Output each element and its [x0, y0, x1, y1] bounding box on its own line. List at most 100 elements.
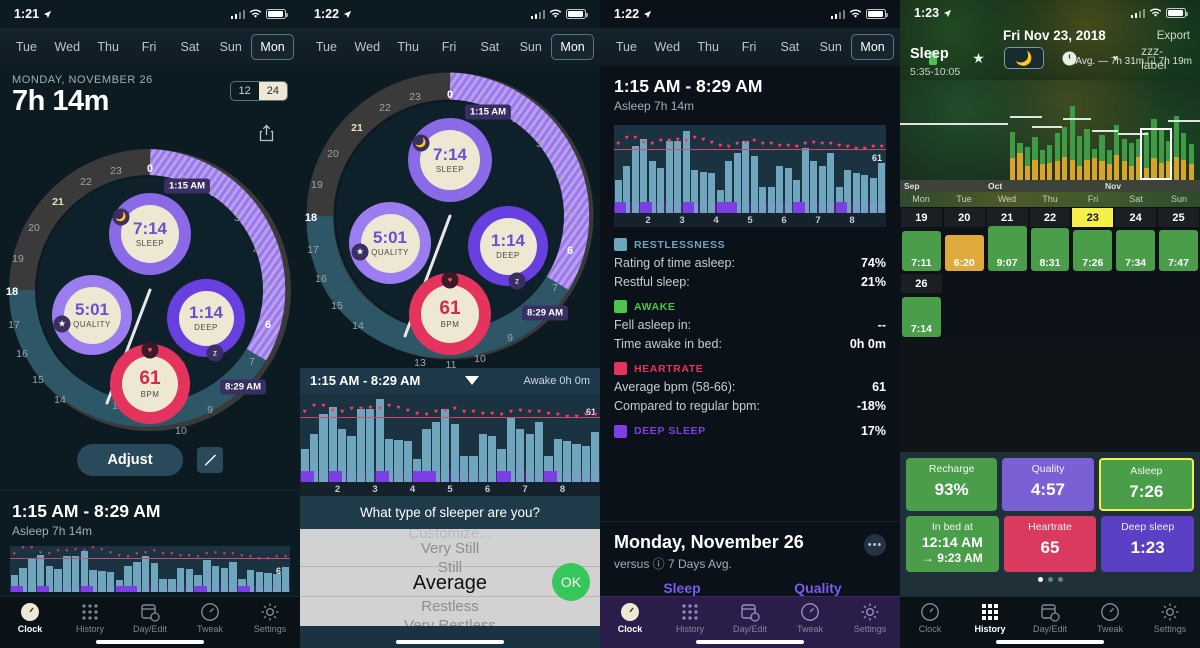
hour-label-21: 21 [52, 196, 64, 208]
heartrate-point: ♥ [820, 140, 825, 148]
day-tab-thu-p3[interactable]: Thu [688, 35, 729, 59]
tab-sleep[interactable]: Sleep [614, 580, 750, 596]
day-tab-sun-p3[interactable]: Sun [810, 35, 851, 59]
bubble-deep-p2[interactable]: 1:14 DEEP [468, 206, 548, 286]
day-tab-sun-p2[interactable]: Sun [510, 35, 551, 59]
star-icon[interactable]: ★ [958, 47, 998, 69]
tab-history-p3[interactable]: History [660, 602, 720, 634]
page-dots[interactable] [906, 577, 1194, 582]
calendar-cell[interactable]: 24 7:34 [1114, 207, 1158, 273]
bubble-deep[interactable]: 1:14 DEEP [167, 279, 245, 357]
day-tab-fri-p3[interactable]: Fri [729, 35, 770, 59]
day-tab-sat-p3[interactable]: Sat [769, 35, 810, 59]
sleep-quality-tabs[interactable]: Sleep Quality [614, 580, 886, 596]
bubble-sleep[interactable]: 7:14 SLEEP [109, 193, 191, 275]
day-tab-thu[interactable]: Thu [88, 35, 129, 59]
calendar-cell[interactable]: 19 7:11 [900, 207, 943, 273]
deep-sleep-bar [1076, 165, 1083, 180]
day-tab-mon-p3[interactable]: Mon [851, 34, 895, 60]
heartrate-point: ♥ [377, 405, 382, 413]
calendar-cell[interactable]: 26 7:14 [900, 273, 943, 339]
day-tab-sat[interactable]: Sat [169, 35, 210, 59]
tab-history[interactable]: History [60, 602, 120, 634]
calendar-grid[interactable]: 19 7:11 20 6:20 21 9:07 22 8:31 23 7:26 24 7:34 25 7:… [900, 207, 1200, 339]
day-tab-fri[interactable]: Fri [129, 35, 170, 59]
tab-history-p4[interactable]: History [960, 602, 1020, 634]
day-tab-mon[interactable]: Mon [251, 34, 295, 60]
card-quality[interactable]: Quality 4:57 [1002, 458, 1094, 511]
status-left-p1: 1:21 [14, 7, 52, 21]
calendar-cell[interactable]: 21 9:07 [985, 207, 1029, 273]
day-tab-tue[interactable]: Tue [6, 35, 47, 59]
pencil-icon[interactable] [196, 447, 223, 473]
tab-dayedit-p3[interactable]: Day/Edit [720, 602, 780, 634]
day-tab-sat-p2[interactable]: Sat [469, 35, 510, 59]
day-tab-tue-p2[interactable]: Tue [306, 35, 347, 59]
summary-bar-p2[interactable]: 1:15 AM - 8:29 AM Awake 0h 0m [300, 368, 600, 393]
tab-settings-p4[interactable]: Settings [1140, 602, 1200, 634]
restlessness-chart-p3[interactable]: 61 ♥ ♥ ♥ ♥ ♥ ♥ ♥ ♥ ♥ ♥ ♥ ♥ ♥ ♥ ♥ ♥ ♥ ♥ ♥ ♥ ♥ ♥ ♥ ♥ ♥ ♥ ♥ ♥ ♥ ♥ ♥ ♥ 2 3 4 5 6… [614, 125, 886, 227]
bubble-sleep-p2[interactable]: 7:14 SLEEP [408, 118, 492, 202]
card-heartrate[interactable]: Heartrate 65 [1003, 516, 1097, 572]
moon-icon[interactable]: 🌙 [1004, 47, 1045, 69]
day-tab-fri-p2[interactable]: Fri [429, 35, 470, 59]
sleep-start-chip-p2: 1:15 AM [464, 104, 512, 120]
tab-settings-p3[interactable]: Settings [840, 602, 900, 634]
calendar-cell[interactable]: 22 8:31 [1028, 207, 1072, 273]
tab-settings[interactable]: Settings [240, 602, 300, 634]
day-tabs-p2[interactable]: Tue Wed Thu Fri Sat Sun Mon [300, 28, 600, 66]
day-tab-tue-p3[interactable]: Tue [606, 35, 647, 59]
tab-clock[interactable]: Clock [0, 602, 60, 634]
adjust-button[interactable]: Adjust [77, 444, 183, 476]
restlessness-chart-p1[interactable]: 61 ♥♥♥♥♥♥♥♥♥♥♥♥♥♥♥♥♥♥♥♥♥♥♥♥♥♥♥♥♥♥♥♥ [10, 545, 290, 592]
restlessness-bar [572, 443, 581, 482]
sleeper-type-picker[interactable]: Customize... Very Still Still Average Re… [300, 529, 600, 634]
history-date: Fri Nov 23, 2018 [1002, 28, 1106, 43]
restlessness-bar [478, 434, 487, 482]
picker-option-restless[interactable]: Restless [300, 599, 600, 614]
day-tab-wed[interactable]: Wed [47, 35, 88, 59]
sleep-dial-p1[interactable]: 0 1 2 3 4 5 6 7 8 9 10 11 14 15 16 17 18… [0, 138, 300, 438]
day-tab-thu-p2[interactable]: Thu [388, 35, 429, 59]
day-tab-wed-p2[interactable]: Wed [347, 35, 388, 59]
restlessness-bar [534, 421, 544, 482]
weekly-sleep-chart[interactable] [900, 80, 1200, 180]
selected-week-box[interactable] [1140, 128, 1172, 180]
summary-cards[interactable]: Recharge 93% Quality 4:57 Asleep 7:26 In… [900, 452, 1200, 596]
card-recharge[interactable]: Recharge 93% [906, 458, 998, 511]
day-tab-wed-p3[interactable]: Wed [647, 35, 688, 59]
clock-format-toggle[interactable]: 12 24 [229, 81, 288, 101]
card-deepsleep[interactable]: Deep sleep 1:23 [1101, 516, 1195, 572]
panel-sleeper-type: 1:22 Tue Wed Thu Fri Sat Sun Mon 0 1 2 3… [300, 0, 600, 648]
card-asleep[interactable]: Asleep 7:26 [1098, 458, 1194, 511]
restlessness-bar [347, 436, 356, 482]
month-label-nov: Nov [1105, 181, 1122, 191]
restlessness-chart-p2[interactable]: 61 ♥ ♥ ♥ ♥ ♥ ♥ ♥ ♥ ♥ ♥ ♥ ♥ ♥ ♥ ♥ ♥ ♥ ♥ ♥ ♥ ♥ ♥ ♥ ♥ ♥ ♥ ♥ ♥ ♥ ♥ ♥ ♥ 2 3 4 5 6… [300, 393, 600, 496]
tab-clock-p4[interactable]: Clock [900, 602, 960, 634]
day-tabs-p1[interactable]: Tue Wed Thu Fri Sat Sun Mon [0, 28, 300, 66]
calendar-cell[interactable]: 25 7:47 [1157, 207, 1200, 273]
export-button[interactable]: Export [1157, 30, 1190, 42]
card-inbed[interactable]: In bed at 12:14 AM → 9:23 AM [906, 516, 999, 572]
tab-clock-p3[interactable]: Clock [600, 602, 660, 634]
tab-dayedit[interactable]: Day/Edit [120, 602, 180, 634]
calendar-cell[interactable]: 20 6:20 [942, 207, 986, 273]
picker-option-very-still[interactable]: Very Still [300, 541, 600, 556]
tab-quality[interactable]: Quality [750, 580, 886, 596]
footer-sub: versus ⓘ 7 Days Avg. [614, 557, 732, 571]
calendar-cell[interactable]: 23 7:26 [1071, 207, 1115, 273]
format-12-option[interactable]: 12 [231, 82, 259, 100]
more-options-icon[interactable]: ••• [864, 534, 886, 556]
ok-button[interactable]: OK [552, 562, 590, 601]
tab-tweak-p4[interactable]: Tweak [1080, 602, 1140, 634]
tab-dayedit-p4[interactable]: Day/Edit [1020, 602, 1080, 634]
day-tabs-p3[interactable]: Tue Wed Thu Fri Sat Sun Mon [600, 28, 900, 66]
day-tab-mon-p2[interactable]: Mon [551, 34, 595, 60]
deep-sleep-bar [1121, 161, 1127, 180]
tab-tweak[interactable]: Tweak [180, 602, 240, 634]
format-24-option[interactable]: 24 [258, 82, 287, 100]
sleep-dial-p2[interactable]: 0 1 2 3 4 5 6 7 8 9 10 11 13 14 15 16 17… [300, 68, 600, 371]
day-tab-sun[interactable]: Sun [210, 35, 251, 59]
tab-tweak-p3[interactable]: Tweak [780, 602, 840, 634]
caret-down-icon[interactable] [464, 376, 479, 385]
